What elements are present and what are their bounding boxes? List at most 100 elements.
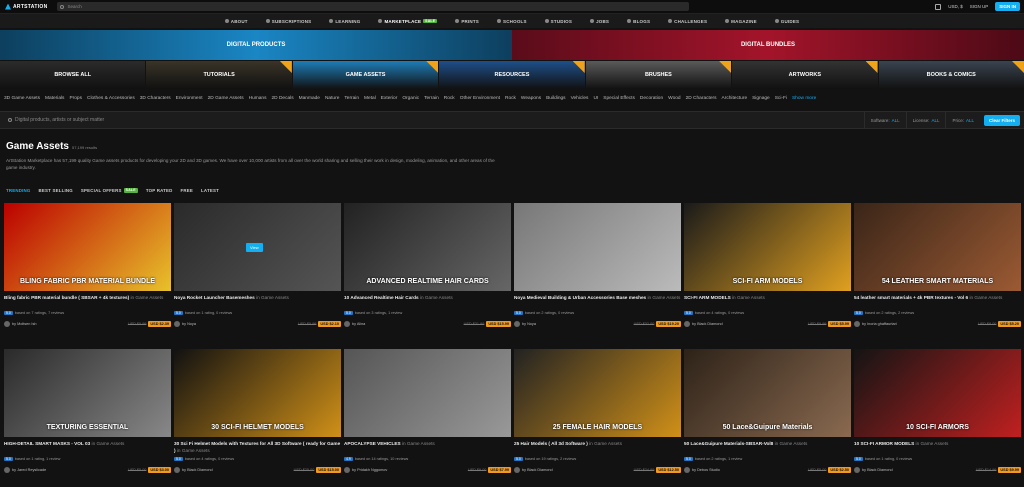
tag-link[interactable]: Rock (444, 95, 455, 102)
author-link[interactable]: by Black Diamond (854, 467, 893, 473)
product-card[interactable]: SCI-FI ARM MODELS SCI-FI ARM MODELS in Ga… (684, 203, 851, 339)
sort-tab-best-selling[interactable]: BEST SELLING (39, 188, 73, 193)
sale-price[interactable]: USD $2.39 (148, 321, 171, 327)
author-link[interactable]: by Moltsen Ish (4, 321, 36, 327)
product-card[interactable]: Noya Medieval Building & Urban Accessori… (514, 203, 681, 339)
product-category[interactable]: in Game Assets (646, 295, 680, 300)
category-tile-resources[interactable]: RESOURCES (439, 61, 585, 89)
product-card[interactable]: 10 SCI-FI ARMORS 10 SCI-FI ARMOR MODELS i… (854, 349, 1021, 485)
sale-price[interactable]: USD $2.50 (828, 467, 851, 473)
category-tile-artworks[interactable]: ARTWORKS (732, 61, 878, 89)
sort-tab-top-rated[interactable]: TOP RATED (146, 188, 173, 193)
sort-tab-latest[interactable]: LATEST (201, 188, 219, 193)
tag-link[interactable]: 3D Characters (140, 95, 171, 102)
tag-link[interactable]: Wood (668, 95, 680, 102)
tag-link[interactable]: Decoration (640, 95, 663, 102)
product-thumbnail[interactable]: SCI-FI ARM MODELS (684, 203, 851, 291)
author-link[interactable]: by Jared Reyslicade (4, 467, 46, 473)
product-card[interactable]: APOCALYPSE VEHICLES in Game Assets 4.9 bas… (344, 349, 511, 485)
product-search-input[interactable]: Digital products, artists or subject mat… (0, 112, 864, 128)
show-more-tags-link[interactable]: Show more (792, 95, 816, 102)
tag-link[interactable]: Materials (45, 95, 64, 102)
tag-link[interactable]: Exterior (381, 95, 398, 102)
product-category[interactable]: in Game Assets (419, 295, 453, 300)
product-category[interactable]: in Game Assets (588, 441, 622, 446)
nav-item-schools[interactable]: SCHOOLS (497, 19, 527, 24)
product-category[interactable]: in Game Assets (773, 441, 808, 446)
product-title[interactable]: SCI-FI ARM MODELS in Game Assets (684, 295, 851, 309)
sale-price[interactable]: USD $15.99 (486, 321, 511, 327)
nav-item-marketplace[interactable]: MARKETPLACE SALE (378, 19, 438, 24)
product-thumbnail[interactable]: 30 SCI-FI HELMET MODELS (174, 349, 341, 437)
tag-link[interactable]: 2D Decals (271, 95, 293, 102)
currency-selector[interactable]: USD, $ (948, 4, 963, 9)
sale-price[interactable]: USD $2.10 (318, 321, 341, 327)
digital-bundles-banner[interactable]: DIGITAL BUNDLES (512, 30, 1024, 60)
product-thumbnail[interactable]: 25 FEMALE HAIR MODELS (514, 349, 681, 437)
author-link[interactable]: by Debos Studio (684, 467, 720, 473)
product-title[interactable]: Noya Medieval Building & Urban Accessori… (514, 295, 681, 309)
tag-link[interactable]: Terrain (424, 95, 439, 102)
product-title[interactable]: 25 Hair Models ( All 3d Software ) in Ga… (514, 441, 681, 455)
product-thumbnail[interactable]: 54 LEATHER SMART MATERIALS (854, 203, 1021, 291)
product-category[interactable]: in Game Assets (90, 441, 125, 446)
author-link[interactable]: by Alina (344, 321, 365, 327)
product-card[interactable]: 25 FEMALE HAIR MODELS 25 Hair Models ( Al… (514, 349, 681, 485)
nav-item-challenges[interactable]: CHALLENGES (668, 19, 707, 24)
author-link[interactable]: by Inoria ghaffaurtari (854, 321, 897, 327)
tag-link[interactable]: Terrain (344, 95, 359, 102)
tag-link[interactable]: Signage (752, 95, 770, 102)
author-link[interactable]: by Black Diamond (174, 467, 213, 473)
nav-item-about[interactable]: ABOUT (224, 19, 248, 24)
global-search-input[interactable]: Search (57, 2, 690, 11)
product-card[interactable]: 50 Lace&Guipure Materials 50 Lace&Guipure… (684, 349, 851, 485)
tag-link[interactable]: 3D Game Assets (4, 95, 40, 102)
product-title[interactable]: 50 Lace&Guipure Materials-SBSAR-Vol8 in … (684, 441, 851, 455)
product-title[interactable]: 10 Advanced Realtime Hair Cards in Game … (344, 295, 511, 309)
product-title[interactable]: Bling fabric PBR material bundle ( SBSAR… (4, 295, 171, 309)
cart-icon[interactable] (935, 3, 942, 10)
sale-price[interactable]: USD $7.99 (488, 467, 511, 473)
artstation-logo[interactable]: ARTSTATION (5, 3, 47, 10)
clear-filters-button[interactable]: Clear Filters (983, 114, 1020, 126)
product-title[interactable]: 30 Sci Fi Helmet Models with Textures fo… (174, 441, 341, 455)
signin-button[interactable]: SIGN IN (995, 2, 1020, 11)
product-card[interactable]: View Noya Rocket Launcher Basemeshes in G… (174, 203, 341, 339)
product-title[interactable]: 10 SCI-FI ARMOR MODELS in Game Assets (854, 441, 1021, 455)
digital-products-banner[interactable]: DIGITAL PRODUCTS (0, 30, 512, 60)
sort-tab-special-offers[interactable]: SPECIAL OFFERS (81, 188, 122, 193)
tag-link[interactable]: Environment (176, 95, 203, 102)
product-thumbnail[interactable]: 50 Lace&Guipure Materials (684, 349, 851, 437)
product-thumbnail[interactable]: View (174, 203, 341, 291)
tag-link[interactable]: Organic (402, 95, 419, 102)
author-link[interactable]: by Black Diamond (514, 467, 553, 473)
tag-link[interactable]: Nature (325, 95, 339, 102)
tag-link[interactable]: Props (69, 95, 82, 102)
product-category[interactable]: in Game Assets (176, 448, 210, 453)
nav-item-jobs[interactable]: JOBS (590, 19, 609, 24)
tag-link[interactable]: 2D Game Assets (208, 95, 244, 102)
sale-price[interactable]: USD $9.99 (998, 467, 1021, 473)
sale-price[interactable]: USD $15.00 (316, 467, 341, 473)
category-tile-brushes[interactable]: BRUSHES (585, 61, 732, 89)
sort-tab-trending[interactable]: TRENDING (6, 188, 31, 193)
nav-item-prints[interactable]: PRINTS (455, 19, 479, 24)
tag-link[interactable]: Manmade (299, 95, 320, 102)
tag-link[interactable]: Sci-Fi (775, 95, 787, 102)
nav-item-studios[interactable]: STUDIOS (544, 19, 572, 24)
product-thumbnail[interactable] (344, 349, 511, 437)
tag-link[interactable]: Humans (249, 95, 267, 102)
product-title[interactable]: 54 leather smart materials + 4k PBR text… (854, 295, 1021, 309)
author-link[interactable]: by Black Diamond (684, 321, 723, 327)
nav-item-magazine[interactable]: MAGAZINE (725, 19, 757, 24)
tag-link[interactable]: Weapons (521, 95, 541, 102)
license-filter[interactable]: License: ALL (905, 112, 946, 128)
price-filter[interactable]: Price: ALL (945, 112, 980, 128)
author-link[interactable]: by Noya (514, 321, 536, 327)
tag-link[interactable]: Architecture (722, 95, 748, 102)
product-thumbnail[interactable]: TEXTURING ESSENTIAL (4, 349, 171, 437)
sale-price[interactable]: USD $3.00 (148, 467, 171, 473)
product-category[interactable]: in Game Assets (129, 295, 163, 300)
tag-link[interactable]: Rock (505, 95, 516, 102)
product-category[interactable]: in Game Assets (731, 295, 765, 300)
